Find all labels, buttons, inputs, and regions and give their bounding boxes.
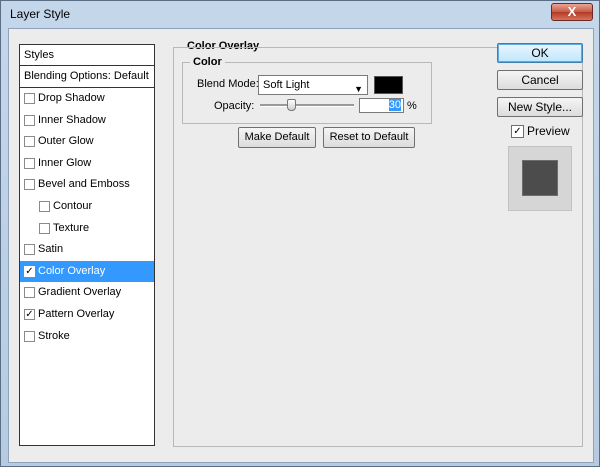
- style-item-pattern-overlay[interactable]: ✓ Pattern Overlay: [20, 304, 154, 326]
- opacity-unit: %: [407, 100, 417, 112]
- style-checkbox[interactable]: [24, 244, 35, 256]
- style-item-inner-glow[interactable]: Inner Glow: [20, 153, 154, 175]
- style-item-color-overlay[interactable]: ✓ Color Overlay: [20, 260, 154, 283]
- styles-list: Styles Blending Options: Default Drop Sh…: [19, 44, 155, 446]
- style-item-label: Pattern Overlay: [38, 307, 115, 320]
- preview-swatch: [523, 161, 557, 195]
- chevron-down-icon: ▼: [354, 84, 363, 94]
- style-checkbox[interactable]: [24, 93, 35, 104]
- style-item-drop-shadow[interactable]: Drop Shadow: [20, 88, 154, 110]
- style-item-label: Color Overlay: [38, 264, 106, 277]
- color-group-title: Color: [190, 56, 225, 68]
- blend-mode-value: Soft Light: [263, 79, 310, 91]
- style-checkbox[interactable]: [24, 179, 35, 191]
- style-item-label: Drop Shadow: [38, 92, 105, 104]
- preview-label: Preview: [527, 124, 570, 138]
- window-title: Layer Style: [10, 7, 71, 21]
- style-item-inner-shadow[interactable]: Inner Shadow: [20, 110, 154, 132]
- style-item-texture[interactable]: Texture: [20, 218, 154, 240]
- preview-checkbox[interactable]: ✓: [511, 125, 524, 138]
- style-item-bevel-and-emboss[interactable]: Bevel and Emboss: [20, 174, 154, 196]
- style-item-satin[interactable]: Satin: [20, 239, 154, 261]
- cancel-button[interactable]: Cancel: [497, 70, 583, 90]
- ok-button[interactable]: OK: [497, 43, 583, 63]
- opacity-label: Opacity:: [214, 100, 255, 112]
- style-checkbox[interactable]: [24, 287, 35, 299]
- style-checkbox[interactable]: [24, 136, 35, 148]
- style-checkbox[interactable]: [39, 222, 50, 234]
- style-checkbox[interactable]: ✓: [24, 308, 35, 320]
- new-style-button[interactable]: New Style...: [497, 97, 583, 117]
- style-item-label: Inner Shadow: [38, 113, 106, 126]
- opacity-input[interactable]: 30: [359, 98, 404, 113]
- dialog-body: Styles Blending Options: Default Drop Sh…: [8, 28, 594, 463]
- style-item-label: Stroke: [38, 329, 70, 342]
- style-item-label: Satin: [38, 243, 64, 256]
- styles-header[interactable]: Styles: [20, 45, 154, 66]
- layer-style-window: Layer Style X Styles Blending Options: D…: [0, 0, 600, 467]
- style-item-contour[interactable]: Contour: [20, 196, 154, 218]
- style-item-label: Texture: [53, 221, 90, 234]
- opacity-value: 30: [388, 99, 401, 111]
- make-default-button[interactable]: Make Default: [238, 127, 316, 148]
- style-item-label: Gradient Overlay: [38, 286, 122, 299]
- style-item-outer-glow[interactable]: Outer Glow: [20, 131, 154, 153]
- blend-mode-label: Blend Mode:: [197, 78, 259, 90]
- blending-options-item[interactable]: Blending Options: Default: [20, 66, 154, 88]
- style-item-label: Outer Glow: [38, 135, 94, 148]
- opacity-slider-thumb[interactable]: [287, 99, 296, 111]
- blend-mode-select[interactable]: Soft Light ▼: [258, 75, 368, 95]
- style-item-label: Bevel and Emboss: [38, 178, 130, 191]
- style-item-stroke[interactable]: Stroke: [20, 326, 154, 348]
- style-preview-thumbnail: [508, 146, 572, 211]
- reset-to-default-button[interactable]: Reset to Default: [323, 127, 415, 148]
- style-checkbox[interactable]: [39, 200, 50, 212]
- opacity-slider-track[interactable]: [260, 104, 354, 107]
- style-checkbox[interactable]: ✓: [24, 265, 35, 277]
- style-item-label: Contour: [53, 199, 93, 212]
- style-item-label: Inner Glow: [38, 156, 92, 169]
- title-bar[interactable]: Layer Style X: [1, 1, 599, 27]
- style-item-gradient-overlay[interactable]: Gradient Overlay: [20, 282, 154, 304]
- style-checkbox[interactable]: [24, 330, 35, 342]
- close-button[interactable]: X: [551, 3, 593, 21]
- overlay-color-swatch[interactable]: [374, 76, 403, 94]
- style-checkbox[interactable]: [24, 114, 35, 126]
- style-checkbox[interactable]: [24, 157, 35, 169]
